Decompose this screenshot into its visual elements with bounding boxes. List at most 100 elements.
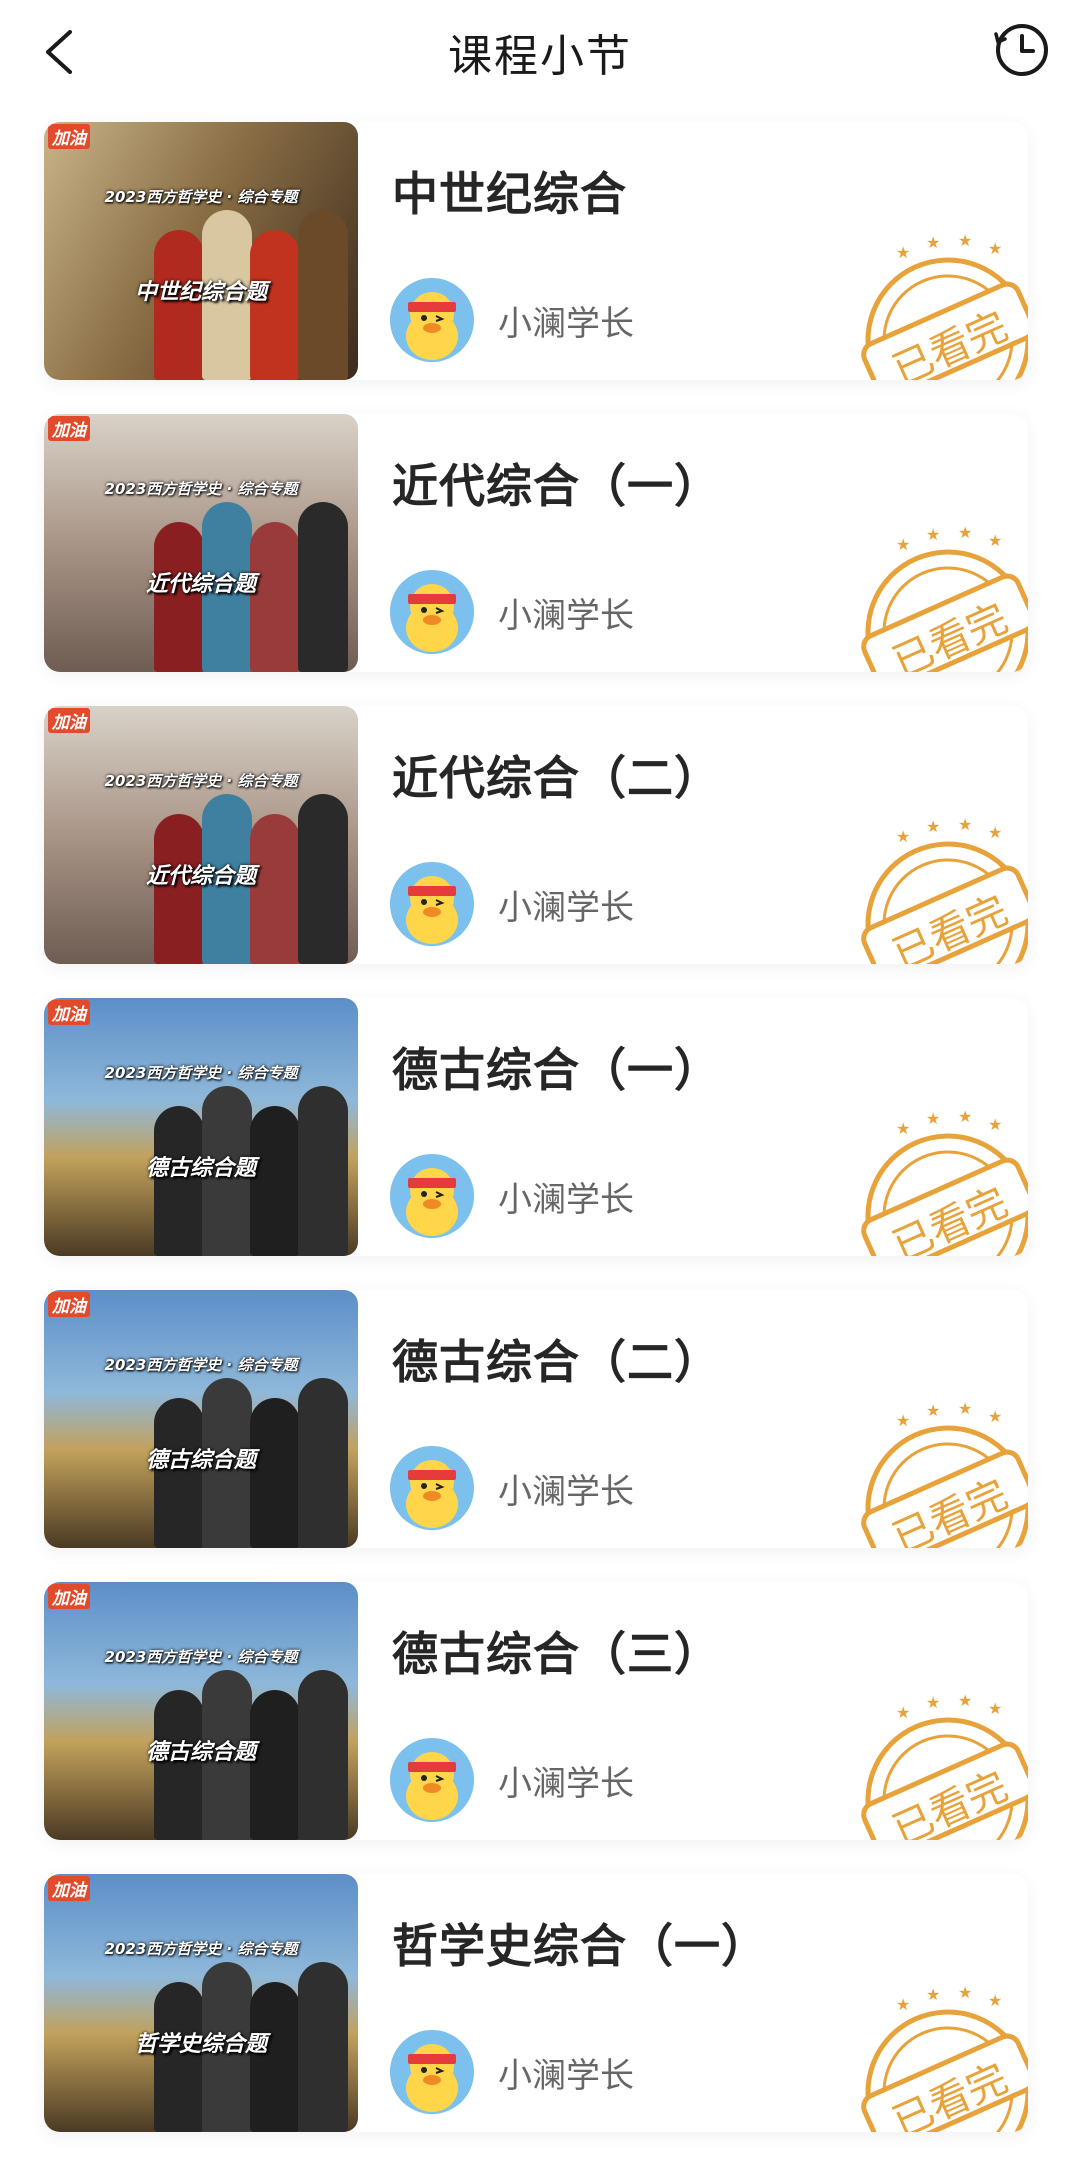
avatar [390,278,474,362]
duck-avatar-icon [390,1738,474,1822]
avatar [390,570,474,654]
lesson-card[interactable]: 加油 2023西方哲学史 · 综合专题 近代综合题 近代综合（一） 小澜学长 ★… [44,414,1028,672]
watched-stamp-icon: ★ ★ ★ ★ 已看完 [861,815,1028,964]
avatar [390,2030,474,2114]
svg-text:★: ★ [926,233,940,252]
author-row[interactable]: 小澜学长 [390,862,634,946]
watched-stamp: ★ ★ ★ ★ 已看完 [838,1982,1028,2132]
duck-avatar-icon [390,2030,474,2114]
svg-text:★: ★ [926,1693,940,1712]
lesson-title: 近代综合（二） [392,751,721,805]
lesson-card[interactable]: 加油 2023西方哲学史 · 综合专题 中世纪综合题 中世纪综合 小澜学长 ★ … [44,122,1028,380]
author-name: 小澜学长 [498,1179,634,1220]
thumbnail-logo: 加油 [48,124,90,149]
lesson-thumbnail: 加油 2023西方哲学史 · 综合专题 中世纪综合题 [44,122,358,380]
watched-stamp-icon: ★ ★ ★ ★ 已看完 [861,523,1028,672]
author-row[interactable]: 小澜学长 [390,2030,634,2114]
svg-text:★: ★ [958,231,972,250]
author-row[interactable]: 小澜学长 [390,1446,634,1530]
watched-stamp: ★ ★ ★ ★ 已看完 [838,230,1028,380]
duck-avatar-icon [390,1446,474,1530]
watched-stamp-icon: ★ ★ ★ ★ 已看完 [861,1107,1028,1256]
lesson-title: 中世纪综合 [392,167,627,221]
thumbnail-caption: 德古综合题 [145,1740,256,1765]
lesson-card[interactable]: 加油 2023西方哲学史 · 综合专题 德古综合题 德古综合（一） 小澜学长 ★… [44,998,1028,1256]
page-title: 课程小节 [448,31,632,82]
history-button[interactable] [992,20,1052,80]
avatar [390,862,474,946]
thumbnail-caption: 哲学史综合题 [134,2032,267,2057]
author-row[interactable]: 小澜学长 [390,1738,634,1822]
lesson-thumbnail: 加油 2023西方哲学史 · 综合专题 德古综合题 [44,998,358,1256]
svg-text:★: ★ [988,823,1002,842]
svg-text:★: ★ [988,1115,1002,1134]
lesson-title: 德古综合（一） [392,1043,721,1097]
watched-stamp-icon: ★ ★ ★ ★ 已看完 [861,1983,1028,2132]
lesson-thumbnail: 加油 2023西方哲学史 · 综合专题 德古综合题 [44,1290,358,1548]
svg-text:★: ★ [958,1399,972,1418]
svg-text:★: ★ [896,1411,910,1430]
thumbnail-subtitle: 2023西方哲学史 · 综合专题 [104,1064,298,1082]
lesson-thumbnail: 加油 2023西方哲学史 · 综合专题 哲学史综合题 [44,1874,358,2132]
duck-avatar-icon [390,278,474,362]
svg-text:★: ★ [988,239,1002,258]
lesson-title: 近代综合（一） [392,459,721,513]
lesson-card[interactable]: 加油 2023西方哲学史 · 综合专题 哲学史综合题 哲学史综合（一） 小澜学长… [44,1874,1028,2132]
lesson-card[interactable]: 加油 2023西方哲学史 · 综合专题 德古综合题 德古综合（二） 小澜学长 ★… [44,1290,1028,1548]
svg-text:★: ★ [896,827,910,846]
thumbnail-logo: 加油 [48,416,90,441]
author-row[interactable]: 小澜学长 [390,278,634,362]
svg-text:★: ★ [988,1407,1002,1426]
thumbnail-subtitle: 2023西方哲学史 · 综合专题 [104,188,298,206]
lesson-thumbnail: 加油 2023西方哲学史 · 综合专题 德古综合题 [44,1582,358,1840]
svg-text:★: ★ [926,525,940,544]
thumbnail-logo: 加油 [48,1584,90,1609]
svg-text:★: ★ [896,1119,910,1138]
author-name: 小澜学长 [498,595,634,636]
watched-stamp: ★ ★ ★ ★ 已看完 [838,1106,1028,1256]
lesson-list: 加油 2023西方哲学史 · 综合专题 中世纪综合题 中世纪综合 小澜学长 ★ … [44,122,1028,2166]
thumbnail-caption: 近代综合题 [145,572,256,597]
lesson-title: 德古综合（二） [392,1335,721,1389]
thumbnail-caption: 德古综合题 [145,1448,256,1473]
thumbnail-subtitle: 2023西方哲学史 · 综合专题 [104,1356,298,1374]
avatar [390,1154,474,1238]
svg-text:★: ★ [926,817,940,836]
thumbnail-logo: 加油 [48,708,90,733]
svg-text:★: ★ [988,1991,1002,2010]
thumbnail-subtitle: 2023西方哲学史 · 综合专题 [104,480,298,498]
thumbnail-logo: 加油 [48,1876,90,1901]
author-name: 小澜学长 [498,1471,634,1512]
author-name: 小澜学长 [498,887,634,928]
svg-text:★: ★ [988,1699,1002,1718]
author-row[interactable]: 小澜学长 [390,570,634,654]
watched-stamp: ★ ★ ★ ★ 已看完 [838,1398,1028,1548]
top-bar: 课程小节 [0,0,1080,104]
thumbnail-subtitle: 2023西方哲学史 · 综合专题 [104,772,298,790]
author-name: 小澜学长 [498,1763,634,1804]
lesson-title: 哲学史综合（一） [392,1919,768,1973]
duck-avatar-icon [390,1154,474,1238]
svg-text:★: ★ [958,1691,972,1710]
watched-stamp-icon: ★ ★ ★ ★ 已看完 [861,231,1028,380]
svg-text:★: ★ [958,815,972,834]
watched-stamp-icon: ★ ★ ★ ★ 已看完 [861,1691,1028,1840]
author-name: 小澜学长 [498,2055,634,2096]
thumbnail-subtitle: 2023西方哲学史 · 综合专题 [104,1940,298,1958]
duck-avatar-icon [390,570,474,654]
svg-text:★: ★ [896,1995,910,2014]
lesson-thumbnail: 加油 2023西方哲学史 · 综合专题 近代综合题 [44,414,358,672]
duck-avatar-icon [390,862,474,946]
lesson-card[interactable]: 加油 2023西方哲学史 · 综合专题 近代综合题 近代综合（二） 小澜学长 ★… [44,706,1028,964]
svg-text:★: ★ [958,523,972,542]
thumbnail-logo: 加油 [48,1000,90,1025]
svg-text:★: ★ [926,1109,940,1128]
thumbnail-caption: 近代综合题 [145,864,256,889]
thumbnail-caption: 中世纪综合题 [134,280,267,305]
svg-text:★: ★ [958,1983,972,2002]
author-row[interactable]: 小澜学长 [390,1154,634,1238]
clock-icon [994,24,1048,76]
svg-text:★: ★ [896,1703,910,1722]
lesson-card[interactable]: 加油 2023西方哲学史 · 综合专题 德古综合题 德古综合（三） 小澜学长 ★… [44,1582,1028,1840]
watched-stamp: ★ ★ ★ ★ 已看完 [838,522,1028,672]
